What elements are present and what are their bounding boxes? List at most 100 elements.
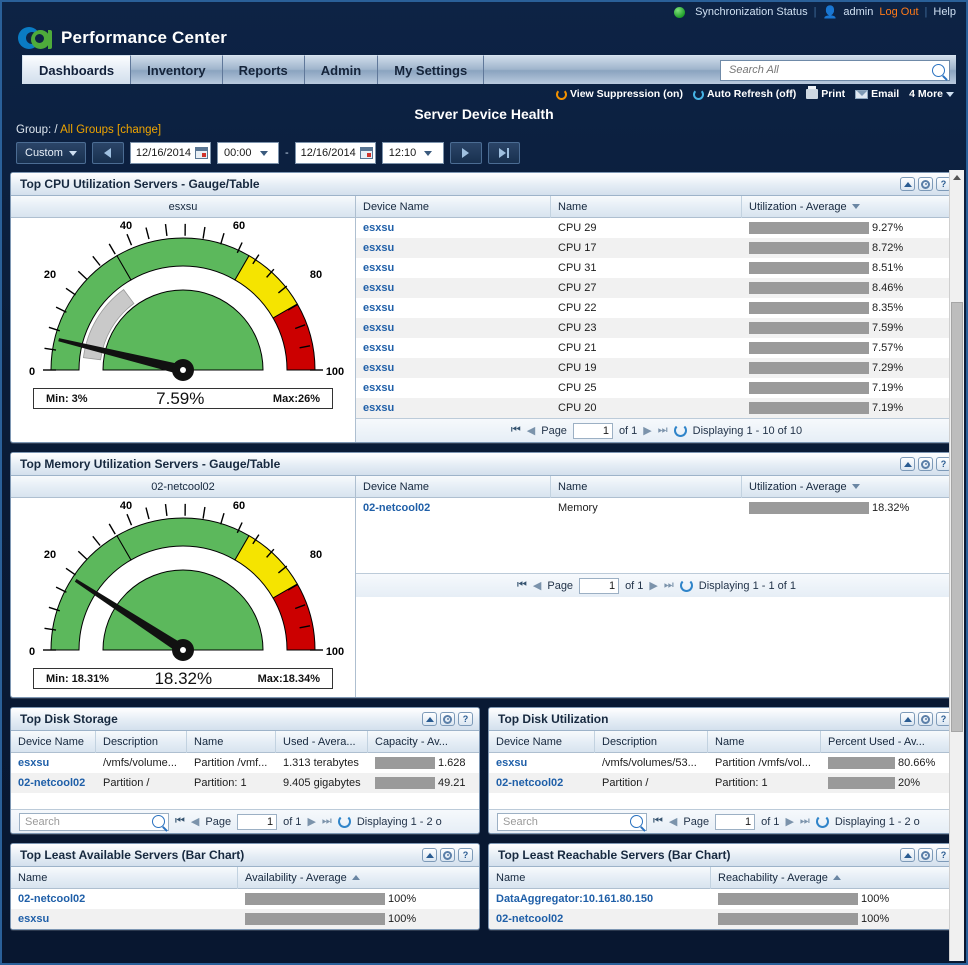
scroll-up-button[interactable] [950,170,964,184]
table-row[interactable]: esxsu CPU 21 7.57% [356,338,957,358]
column-capacity-average[interactable]: Capacity - Av... [368,731,479,753]
email-button[interactable]: Email [855,88,899,100]
table-row[interactable]: 02-netcool02 100% [11,889,479,909]
refresh-icon[interactable] [815,815,829,828]
column-name[interactable]: Name [489,866,711,889]
tab-inventory[interactable]: Inventory [131,55,223,84]
search-input[interactable] [727,63,932,77]
column-used-average[interactable]: Used - Avera... [276,730,368,753]
device-link[interactable]: esxsu [363,402,394,414]
column-name[interactable]: Name [551,195,742,218]
device-link[interactable]: esxsu [363,242,394,254]
column-device-name[interactable]: Device Name [489,730,595,753]
prev-page-button[interactable]: ◀ [527,424,535,437]
table-row[interactable]: esxsu CPU 23 7.59% [356,318,957,338]
help-icon[interactable]: ? [458,848,473,862]
device-link[interactable]: 02-netcool02 [18,777,85,789]
table-row[interactable]: DataAggregator:10.161.80.150 100% [489,889,957,909]
device-link[interactable]: 02-netcool02 [496,777,563,789]
more-actions-button[interactable]: 4 More [909,88,954,100]
collapse-icon[interactable] [900,457,915,471]
device-link[interactable]: esxsu [496,757,527,769]
search-icon[interactable] [630,815,643,828]
table-row[interactable]: esxsu/vmfs/volumes/53... Partition /vmfs/… [489,753,957,773]
collapse-icon[interactable] [900,177,915,191]
refresh-icon[interactable] [337,815,351,828]
tab-dashboards[interactable]: Dashboards [22,55,132,84]
collapse-icon[interactable] [900,712,915,726]
prev-page-button[interactable]: ◀ [669,815,677,828]
search-icon[interactable] [932,63,945,77]
last-page-button[interactable]: ⏭ [322,815,332,828]
column-device-name[interactable]: Device Name [356,475,551,498]
device-link[interactable]: esxsu [363,282,394,294]
table-row[interactable]: esxsu CPU 17 8.72% [356,238,957,258]
last-page-button[interactable]: ⏭ [658,424,668,437]
table-search-input[interactable]: Search [497,812,647,831]
table-row[interactable]: esxsu CPU 19 7.29% [356,358,957,378]
device-link[interactable]: esxsu [363,382,394,394]
page-input[interactable]: 1 [579,577,620,594]
auto-refresh-button[interactable]: Auto Refresh (off) [692,88,796,100]
next-page-button[interactable]: ▶ [307,815,315,828]
device-link[interactable]: esxsu [363,362,394,374]
gear-icon[interactable] [918,177,933,191]
next-page-button[interactable]: ▶ [785,815,793,828]
column-availability-average[interactable]: Availability - Average [238,867,479,889]
device-link[interactable]: esxsu [363,302,394,314]
page-input[interactable]: 1 [715,813,756,830]
device-link[interactable]: esxsu [363,222,394,234]
print-button[interactable]: Print [806,86,845,100]
page-input[interactable]: 1 [572,422,613,439]
first-page-button[interactable]: ⏮ [653,815,663,828]
logout-link[interactable]: Log Out [879,6,918,18]
gear-icon[interactable] [440,712,455,726]
device-link[interactable]: 02-netcool02 [496,913,563,925]
time-latest-button[interactable] [487,142,520,164]
collapse-icon[interactable] [900,848,915,862]
column-description[interactable]: Description [96,730,187,753]
refresh-icon[interactable] [679,579,693,592]
help-link[interactable]: Help [933,6,956,18]
table-row[interactable]: esxsu/vmfs/volume... Partition /vmf... 1.3… [11,753,479,773]
tab-my-settings[interactable]: My Settings [378,55,485,84]
view-suppression-button[interactable]: View Suppression (on) [555,88,683,100]
collapse-icon[interactable] [422,712,437,726]
device-link[interactable]: DataAggregator:10.161.80.150 [496,893,653,905]
sync-status-link[interactable]: Synchronization Status [695,6,808,18]
gear-icon[interactable] [440,848,455,862]
end-date-field[interactable]: 12/16/2014 [294,142,376,164]
table-row[interactable]: 02-netcool02 Partition / Partition: 1 9.405… [11,773,479,793]
first-page-button[interactable]: ⏮ [511,424,521,437]
device-link[interactable]: esxsu [363,262,394,274]
device-link[interactable]: esxsu [18,757,49,769]
table-row[interactable]: esxsu CPU 27 8.46% [356,278,957,298]
column-name[interactable]: Name [11,866,238,889]
last-page-button[interactable]: ⏭ [800,815,810,828]
table-row[interactable]: 02-netcool02 Memory 18.32% [356,498,957,518]
calendar-icon[interactable] [359,147,373,159]
collapse-icon[interactable] [422,848,437,862]
tab-admin[interactable]: Admin [304,55,379,84]
tab-reports[interactable]: Reports [222,55,305,84]
scrollbar-thumb[interactable] [951,302,963,732]
gear-icon[interactable] [918,848,933,862]
column-name[interactable]: Name [551,475,742,498]
table-row[interactable]: esxsu CPU 29 9.27% [356,218,957,238]
column-name[interactable]: Name [708,730,821,753]
first-page-button[interactable]: ⏮ [175,815,185,828]
next-page-button[interactable]: ▶ [643,424,651,437]
column-description[interactable]: Description [595,730,708,753]
table-row[interactable]: 02-netcool02 Partition / Partition: 1 20% [489,773,957,793]
column-percent-used-average[interactable]: Percent Used - Av... [821,731,957,753]
page-scrollbar[interactable] [949,170,964,961]
device-link[interactable]: esxsu [363,342,394,354]
device-link[interactable]: 02-netcool02 [18,893,85,905]
start-time-select[interactable]: 00:00 [216,142,279,164]
table-row[interactable]: esxsu CPU 20 7.19% [356,398,957,418]
column-utilization-average[interactable]: Utilization - Average [742,196,957,218]
next-page-button[interactable]: ▶ [649,579,657,592]
refresh-icon[interactable] [673,424,687,437]
last-page-button[interactable]: ⏭ [664,579,674,592]
global-search[interactable] [720,59,950,81]
